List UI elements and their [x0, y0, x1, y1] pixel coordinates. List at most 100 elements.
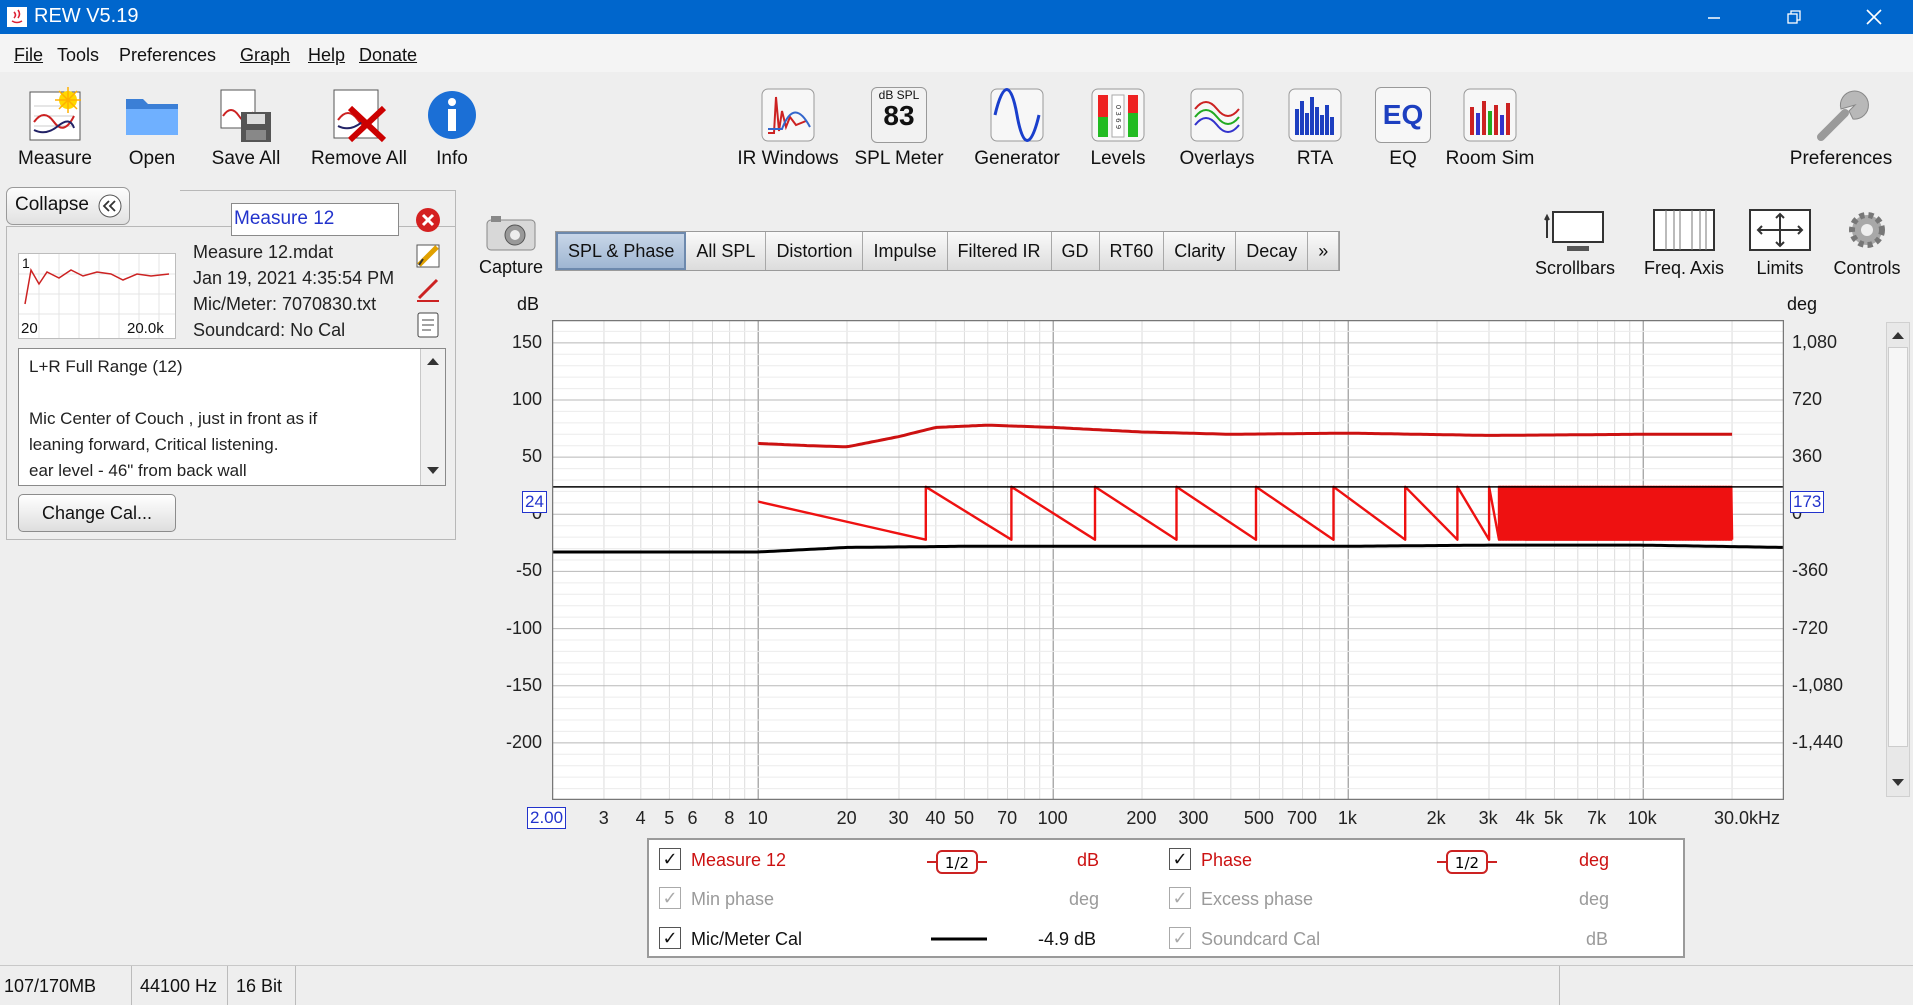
spl-phase-plot[interactable] — [552, 320, 1784, 800]
collapse-button[interactable]: Collapse — [6, 187, 130, 225]
smoothing-text: 1/2 — [945, 854, 969, 872]
tab-rt60[interactable]: RT60 — [1099, 232, 1165, 270]
phase-label: Phase — [1201, 850, 1253, 870]
tab-gd[interactable]: GD — [1051, 232, 1100, 270]
scrollbars-button[interactable]: Scrollbars — [1530, 208, 1620, 279]
graph-vertical-scrollbar[interactable] — [1886, 322, 1910, 797]
menu-file[interactable]: File — [14, 45, 43, 66]
ir-windows-label: IR Windows — [737, 148, 839, 169]
tab-impulse[interactable]: Impulse — [863, 232, 948, 270]
info-button[interactable]: Info — [397, 84, 507, 170]
phase-checkbox[interactable]: ✓ — [1169, 848, 1191, 870]
window-title: REW V5.19 — [34, 5, 139, 27]
y2-tick-label: -1,440 — [1792, 731, 1844, 752]
x-tick-label: 100 — [1037, 808, 1068, 828]
smoothing-badge[interactable]: 1/2 — [1437, 848, 1497, 876]
gear-icon — [1849, 212, 1885, 248]
x-tick-label: 8 — [724, 808, 735, 828]
scroll-thumb[interactable] — [1888, 347, 1908, 747]
close-window-button[interactable] — [1834, 0, 1913, 34]
sample-rate: 44100 Hz — [136, 966, 228, 1005]
min-phase-checkbox[interactable]: ✓ — [659, 887, 681, 909]
generator-button[interactable]: Generator — [962, 84, 1072, 170]
ir-windows-icon — [761, 88, 815, 142]
tab-clarity[interactable]: Clarity — [1164, 232, 1237, 270]
room-sim-button[interactable]: Room Sim — [1435, 84, 1545, 170]
x-tick-label: 40 — [925, 808, 946, 828]
limits-label: Limits — [1756, 258, 1804, 278]
tab-decay[interactable]: Decay — [1236, 232, 1309, 270]
notes-icon[interactable] — [415, 311, 441, 339]
rta-label: RTA — [1296, 148, 1334, 169]
y-tick-label: -50 — [515, 560, 542, 581]
tab-filtered-ir[interactable]: Filtered IR — [947, 232, 1052, 270]
menu-help[interactable]: Help — [308, 45, 345, 66]
info-label: Info — [436, 148, 468, 169]
menu-tools[interactable]: Tools — [57, 45, 99, 66]
tab-all-spl[interactable]: All SPL — [686, 232, 767, 270]
save-all-button[interactable]: Save All — [191, 84, 301, 170]
cursor-left-value[interactable]: 24 — [522, 491, 547, 513]
x-tick-label: 5 — [664, 808, 675, 828]
scrollbars-label: Scrollbars — [1534, 258, 1616, 278]
excess-phase-checkbox[interactable]: ✓ — [1169, 887, 1191, 909]
soundcard-cal-checkbox[interactable]: ✓ — [1169, 927, 1191, 949]
x-tick-label: 500 — [1243, 808, 1274, 828]
capture-button[interactable]: Capture — [474, 212, 548, 278]
camera-icon — [486, 216, 536, 251]
smoothing-text: 1/2 — [1455, 854, 1479, 872]
bit-depth: 16 Bit — [232, 966, 296, 1005]
memory-usage[interactable]: 107/170MB — [0, 966, 132, 1005]
measurement-thumbnail[interactable]: 1 20 20.0k — [18, 253, 176, 339]
controls-button[interactable]: Controls — [1826, 208, 1908, 279]
smoothing-badge[interactable]: 1/2 — [927, 848, 987, 876]
measurement-date: Jan 19, 2021 4:35:54 PM — [193, 268, 395, 288]
change-cal-button[interactable]: Change Cal... — [18, 494, 176, 532]
x-min-field[interactable]: 2.00 — [527, 807, 567, 829]
levels-button[interactable]: 0 3 6 9 Levels — [1063, 84, 1173, 170]
menu-preferences[interactable]: Preferences — [119, 45, 216, 66]
mic-meter-cal-checkbox[interactable]: ✓ — [659, 927, 681, 949]
x-tick-label: 3 — [598, 808, 609, 828]
x-tick-label: 4k — [1515, 808, 1535, 828]
limits-button[interactable]: Limits — [1740, 208, 1820, 279]
java-app-icon — [7, 7, 27, 27]
x-tick-label: 700 — [1286, 808, 1317, 828]
edit-graph-icon[interactable] — [415, 243, 441, 269]
overlays-button[interactable]: Overlays — [1162, 84, 1272, 170]
minimize-button[interactable] — [1674, 0, 1754, 34]
freq-axis-button[interactable]: Freq. Axis — [1634, 208, 1734, 279]
measure-button[interactable]: Measure — [0, 84, 110, 170]
mic-meter-cal-file: Mic/Meter: 7070830.txt — [193, 294, 377, 314]
excess-phase-unit: deg — [1579, 889, 1610, 909]
measure-12-checkbox[interactable]: ✓ — [659, 848, 681, 870]
menu-graph[interactable]: Graph — [240, 45, 290, 66]
remove-all-icon — [333, 89, 387, 143]
mic-cal-line-sample — [931, 937, 987, 941]
scroll-down-icon[interactable] — [425, 465, 441, 477]
tab-distortion[interactable]: Distortion — [766, 232, 864, 270]
y2-tick-label: -1,080 — [1792, 674, 1844, 695]
eq-icon: EQ — [1375, 87, 1431, 143]
ir-windows-button[interactable]: IR Windows — [733, 84, 843, 170]
scroll-down-icon[interactable] — [1890, 777, 1906, 789]
y-tick-label: 150 — [511, 331, 542, 352]
tab-spl-phase[interactable]: SPL & Phase — [556, 232, 687, 270]
measurement-name-field[interactable]: Measure 12 — [231, 203, 399, 236]
notes-scrollbar[interactable] — [420, 349, 445, 485]
tab-more[interactable]: » — [1308, 232, 1340, 270]
rta-icon — [1288, 88, 1342, 142]
scroll-up-icon[interactable] — [425, 355, 441, 367]
freq-axis-icon — [1653, 209, 1715, 251]
spl-meter-button[interactable]: dB SPL 83 SPL Meter — [844, 84, 954, 170]
preferences-button[interactable]: Preferences — [1786, 84, 1896, 170]
scroll-up-icon[interactable] — [1890, 329, 1906, 341]
menu-donate[interactable]: Donate — [359, 45, 417, 66]
x-tick-label: 200 — [1126, 808, 1157, 828]
line-color-icon[interactable] — [415, 276, 441, 302]
thumbnail-number: 1 — [22, 255, 30, 271]
cursor-right-value[interactable]: 173 — [1790, 491, 1825, 513]
measurement-notes[interactable]: L+R Full Range (12) Mic Center of Couch … — [18, 348, 446, 486]
remove-measurement-icon[interactable] — [415, 207, 441, 233]
restore-button[interactable] — [1754, 0, 1834, 34]
